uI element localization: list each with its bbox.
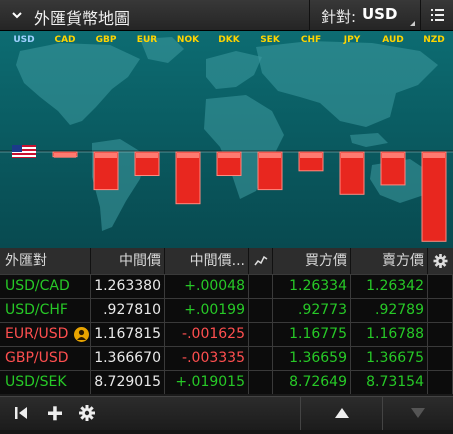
ask-price: 1.26342: [351, 275, 428, 298]
change-bar-jpy[interactable]: [339, 151, 365, 195]
change-bar-nzd[interactable]: [421, 151, 447, 242]
column-header-pair[interactable]: 外匯對: [0, 248, 91, 274]
currency-label-usd: USD: [13, 35, 35, 45]
row-end-cell: [428, 323, 453, 346]
chevron-down-icon[interactable]: [10, 8, 24, 22]
row-end-cell: [428, 371, 453, 394]
change-bar-nok[interactable]: [175, 151, 201, 205]
table-row[interactable]: GBP/USD 1.366670 -.003335 1.36659 1.36675: [0, 346, 453, 370]
mid-change: +.00048: [165, 275, 249, 298]
mid-price: 1.167815: [91, 323, 165, 346]
mid-price: 8.729015: [91, 371, 165, 394]
us-flag-icon: [12, 145, 36, 158]
bid-price: 8.72649: [273, 371, 351, 394]
mid-change: +.019015: [165, 371, 249, 394]
mid-change: +.00199: [165, 299, 249, 322]
table-row[interactable]: USD/CAD 1.263380 +.00048 1.26334 1.26342: [0, 274, 453, 298]
column-header-chart[interactable]: [249, 248, 273, 274]
base-currency-selector[interactable]: 針對: USD: [309, 0, 421, 31]
currency-label-sek: SEK: [260, 35, 280, 45]
gear-icon: [433, 254, 448, 268]
change-bar-sek[interactable]: [257, 151, 283, 191]
column-header-bid[interactable]: 買方價: [273, 248, 351, 274]
row-end-cell: [428, 347, 453, 370]
bid-price: 1.26334: [273, 275, 351, 298]
scroll-down-button[interactable]: [382, 397, 453, 430]
ask-price: 1.16788: [351, 323, 428, 346]
column-header-change[interactable]: 中間價...: [165, 248, 249, 274]
row-end-cell: [428, 275, 453, 298]
currency-pair: USD/SEK: [0, 371, 91, 394]
settings-button[interactable]: [72, 397, 102, 430]
list-menu-icon: [431, 9, 444, 21]
mid-change: -.001625: [165, 323, 249, 346]
base-currency-value: USD: [362, 5, 398, 23]
currency-pair: GBP/USD: [0, 347, 91, 370]
currency-label-nok: NOK: [176, 35, 200, 45]
add-button[interactable]: [40, 397, 70, 430]
currency-label-jpy: JPY: [343, 35, 361, 45]
change-bar-eur[interactable]: [134, 151, 160, 176]
currency-label-chf: CHF: [300, 35, 322, 45]
currency-label-cad: CAD: [54, 35, 76, 45]
base-currency-label: 針對:: [321, 8, 357, 26]
change-bar-chf[interactable]: [298, 151, 324, 172]
bid-price: 1.36659: [273, 347, 351, 370]
title-bar: 外匯貨幣地圖 針對: USD: [0, 0, 453, 31]
mid-change: -.003335: [165, 347, 249, 370]
dropdown-corner-icon: [410, 21, 415, 26]
sparkline-cell: [249, 347, 273, 370]
currency-label-dkk: DKK: [218, 35, 240, 45]
sparkline-cell: [249, 371, 273, 394]
change-bar-dkk[interactable]: [216, 151, 242, 176]
sparkline-cell: [249, 323, 273, 346]
gear-icon: [79, 405, 95, 421]
currency-label-nzd: NZD: [423, 35, 445, 45]
table-row[interactable]: EUR/USD 1.167815 -.001625 1.16775 1.16788: [0, 322, 453, 346]
change-bar-aud[interactable]: [380, 151, 406, 186]
jump-to-start-button[interactable]: [6, 397, 36, 430]
skip-to-start-icon: [15, 407, 27, 419]
column-header-ask[interactable]: 賣方價: [351, 248, 428, 274]
world-map-background: [0, 37, 453, 242]
ask-price: .92789: [351, 299, 428, 322]
bid-price: .92773: [273, 299, 351, 322]
mid-price: 1.263380: [91, 275, 165, 298]
change-bar-gbp[interactable]: [93, 151, 119, 191]
mid-price: 1.366670: [91, 347, 165, 370]
triangle-down-icon: [411, 408, 425, 418]
ask-price: 1.36675: [351, 347, 428, 370]
bid-price: 1.16775: [273, 323, 351, 346]
quote-table: 外匯對 中間價 中間價... 買方價 賣方價 USD/CAD 1.263380 +.…: [0, 248, 453, 396]
ask-price: 8.73154: [351, 371, 428, 394]
sparkline-cell: [249, 299, 273, 322]
sparkline-cell: [249, 275, 273, 298]
column-header-mid[interactable]: 中間價: [91, 248, 165, 274]
triangle-up-icon: [335, 408, 349, 418]
currency-label-aud: AUD: [382, 35, 404, 45]
plus-icon: [48, 406, 62, 421]
currency-label-eur: EUR: [136, 35, 158, 45]
table-row[interactable]: USD/CHF .927810 +.00199 .92773.92789: [0, 298, 453, 322]
alert-user-icon[interactable]: [74, 327, 89, 342]
table-settings-button[interactable]: [428, 248, 453, 274]
currency-map: USD CAD GBP EUR NOK DKK SEK CHF JPY AUD NZD: [0, 31, 453, 248]
change-bar-cad[interactable]: [52, 151, 78, 158]
panel-title: 外匯貨幣地圖: [34, 9, 131, 28]
scroll-up-button[interactable]: [300, 397, 383, 430]
currency-label-gbp: GBP: [95, 35, 117, 45]
currency-pair: USD/CHF: [0, 299, 91, 322]
bottom-toolbar: [0, 396, 453, 430]
sparkline-icon: [254, 255, 268, 266]
row-end-cell: [428, 299, 453, 322]
table-row[interactable]: USD/SEK 8.729015 +.019015 8.72649 8.73154: [0, 370, 453, 394]
menu-button[interactable]: [421, 0, 453, 31]
currency-pair: USD/CAD: [0, 275, 91, 298]
mid-price: .927810: [91, 299, 165, 322]
